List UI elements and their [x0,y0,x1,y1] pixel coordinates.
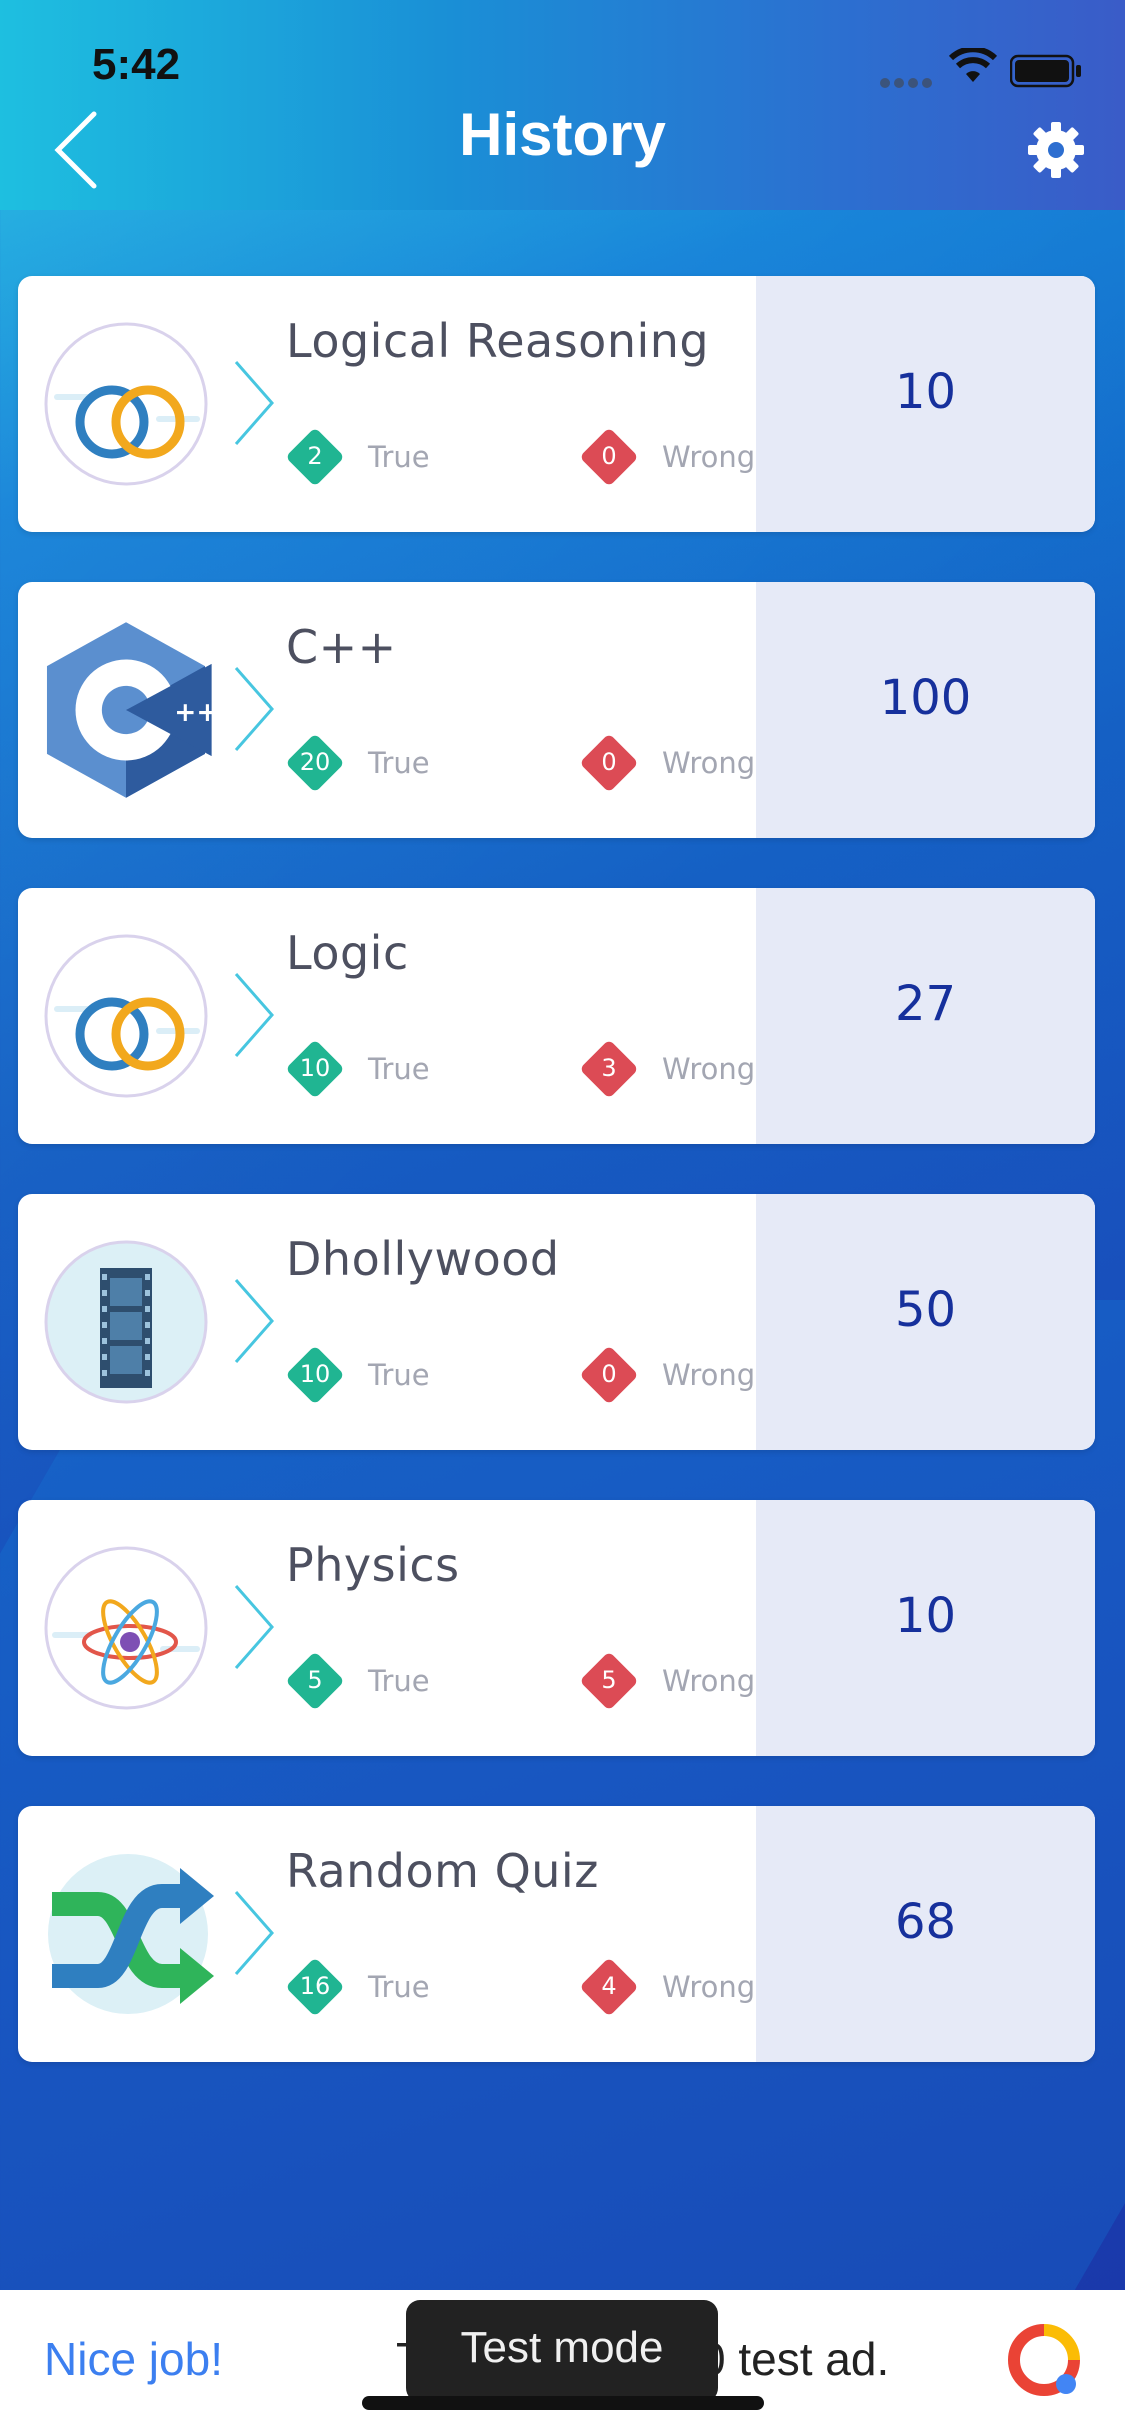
quiz-score: 27 [894,976,957,1032]
wifi-icon [948,48,998,82]
true-label: True [368,1970,430,2004]
wrong-label: Wrong [662,1358,756,1392]
quiz-name: C++ [286,620,397,674]
true-label: True [368,440,430,474]
gear-icon[interactable] [1026,120,1086,180]
quiz-name: Logic [286,926,409,980]
rings-icon [44,934,208,1098]
true-label: True [368,1358,430,1392]
wrong-label: Wrong [662,1970,756,2004]
page-title: History [459,101,666,168]
test-mode-badge: Test mode [406,2300,718,2402]
atom-icon [44,1546,208,1710]
svg-text:++: ++ [174,698,216,728]
score-panel: 10 [756,276,1095,532]
score-panel: 100 [756,582,1095,838]
history-card[interactable]: ++ C++ 20 True 0 Wrong 100 [18,582,1095,838]
battery-icon [1010,54,1081,88]
chevron-right-icon [234,1585,274,1669]
score-panel: 27 [756,888,1095,1144]
wrong-count: 0 [601,748,617,776]
shuffle-icon [48,1854,214,2014]
quiz-score: 50 [894,1282,957,1338]
wrong-count: 0 [601,442,617,470]
true-count: 20 [299,748,331,776]
chevron-right-icon [234,667,274,751]
quiz-name: Random Quiz [286,1844,599,1898]
score-panel: 50 [756,1194,1095,1450]
quiz-name: Dhollywood [286,1232,560,1286]
quiz-score: 100 [879,670,972,726]
rings-icon [44,322,208,486]
true-count: 5 [307,1666,323,1694]
quiz-score: 10 [894,1588,957,1644]
ad-text: 0 test ad. [700,2333,890,2385]
quiz-name: Physics [286,1538,460,1592]
app-header: 5:42 History [0,0,1125,210]
wrong-count: 0 [601,1360,617,1388]
score-panel: 68 [756,1806,1095,2062]
wrong-count: 3 [601,1054,617,1082]
history-card[interactable]: Logical Reasoning 2 True 0 Wrong 10 [18,276,1095,532]
chevron-right-icon [234,973,274,1057]
true-label: True [368,1052,430,1086]
film-strip-icon [44,1240,208,1404]
cpp-logo-icon: ++ [46,622,216,798]
chevron-right-icon [234,1891,274,1975]
score-panel: 10 [756,1500,1095,1756]
chevron-right-icon [234,1279,274,1363]
quiz-score: 10 [894,364,957,420]
true-count: 10 [299,1360,331,1388]
signal-icon [880,73,936,88]
wrong-label: Wrong [662,1664,756,1698]
wrong-label: Wrong [662,746,756,780]
home-indicator[interactable] [362,2396,764,2410]
status-time: 5:42 [92,40,181,89]
ad-title[interactable]: Nice job! [44,2332,223,2386]
true-label: True [368,1664,430,1698]
history-card[interactable]: Random Quiz 16 True 4 Wrong 68 [18,1806,1095,2062]
true-label: True [368,746,430,780]
ad-logo-icon[interactable] [1004,2320,1084,2400]
quiz-score: 68 [894,1894,957,1950]
wrong-label: Wrong [662,440,756,474]
wrong-count: 4 [601,1972,617,2000]
wrong-count: 5 [601,1666,617,1694]
wrong-label: Wrong [662,1052,756,1086]
history-card[interactable]: Physics 5 True 5 Wrong 10 [18,1500,1095,1756]
history-card[interactable]: Dhollywood 10 True 0 Wrong 50 [18,1194,1095,1450]
true-count: 2 [307,442,323,470]
quiz-name: Logical Reasoning [286,314,710,368]
true-count: 10 [299,1054,331,1082]
true-count: 16 [299,1972,331,2000]
chevron-right-icon [234,361,274,445]
history-card[interactable]: Logic 10 True 3 Wrong 27 [18,888,1095,1144]
